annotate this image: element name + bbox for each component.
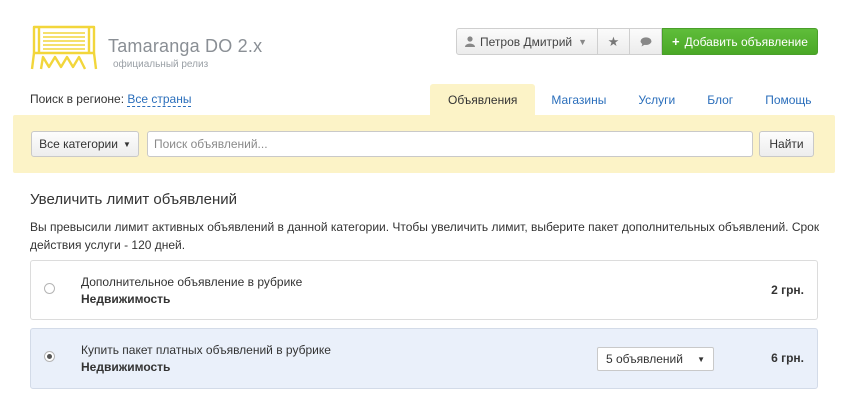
region-link[interactable]: Все страны — [127, 92, 192, 107]
tab-help[interactable]: Помощь — [749, 84, 827, 115]
option-label: Дополнительное объявление в рубрике — [81, 275, 303, 289]
add-listing-button[interactable]: + Добавить объявление — [662, 28, 818, 55]
add-listing-label: Добавить объявление — [684, 34, 808, 49]
star-icon: ★ — [607, 33, 620, 49]
option-price: 2 грн. — [771, 283, 804, 297]
brand-subtitle: официальный релиз — [113, 59, 209, 70]
option-price: 6 грн. — [771, 351, 804, 365]
messages-button[interactable] — [630, 28, 662, 55]
option-radio[interactable] — [44, 283, 55, 294]
brand-logo[interactable] — [29, 23, 99, 73]
search-bar: Все категории ▼ Найти — [13, 115, 835, 173]
plus-icon: + — [672, 34, 680, 49]
option-single-listing[interactable]: Дополнительное объявление в рубрике Недв… — [30, 260, 818, 320]
page-description: Вы превысили лимит активных объявлений в… — [30, 220, 820, 252]
user-icon — [465, 36, 475, 47]
tab-shops[interactable]: Магазины — [535, 84, 622, 115]
search-button[interactable]: Найти — [759, 131, 814, 157]
main-tabs: Объявления Магазины Услуги Блог Помощь — [430, 84, 828, 115]
chat-icon — [640, 36, 651, 46]
header-actions: Петров Дмитрий ▼ ★ + Добавить объявление — [456, 28, 818, 55]
tab-services[interactable]: Услуги — [622, 84, 691, 115]
tab-blog[interactable]: Блог — [691, 84, 749, 115]
option-text: Дополнительное объявление в рубрике Недв… — [81, 274, 302, 308]
page-title: Увеличить лимит объявлений — [30, 191, 238, 208]
package-select-value: 5 объявлений — [606, 352, 683, 366]
category-label: Все категории — [39, 137, 118, 151]
package-select[interactable]: 5 объявлений ▼ — [597, 347, 714, 371]
option-text: Купить пакет платных объявлений в рубрик… — [81, 342, 331, 376]
brand-title[interactable]: Tamaranga DO 2.x — [108, 36, 262, 57]
favorites-button[interactable]: ★ — [598, 28, 630, 55]
user-menu-button[interactable]: Петров Дмитрий ▼ — [456, 28, 598, 55]
option-radio[interactable] — [44, 351, 55, 362]
chevron-down-icon: ▼ — [697, 354, 705, 364]
search-input[interactable] — [147, 131, 753, 157]
chevron-down-icon: ▼ — [578, 36, 588, 47]
user-name: Петров Дмитрий — [480, 34, 573, 49]
option-category: Недвижимость — [81, 292, 171, 306]
option-label: Купить пакет платных объявлений в рубрик… — [81, 343, 331, 357]
tab-listings[interactable]: Объявления — [430, 84, 536, 115]
region-selector: Поиск в регионе: Все страны — [30, 92, 192, 107]
category-dropdown[interactable]: Все категории ▼ — [31, 131, 139, 157]
option-package[interactable]: Купить пакет платных объявлений в рубрик… — [30, 328, 818, 389]
chevron-down-icon: ▼ — [122, 139, 131, 149]
region-label: Поиск в регионе: — [30, 92, 125, 106]
option-category: Недвижимость — [81, 360, 171, 374]
